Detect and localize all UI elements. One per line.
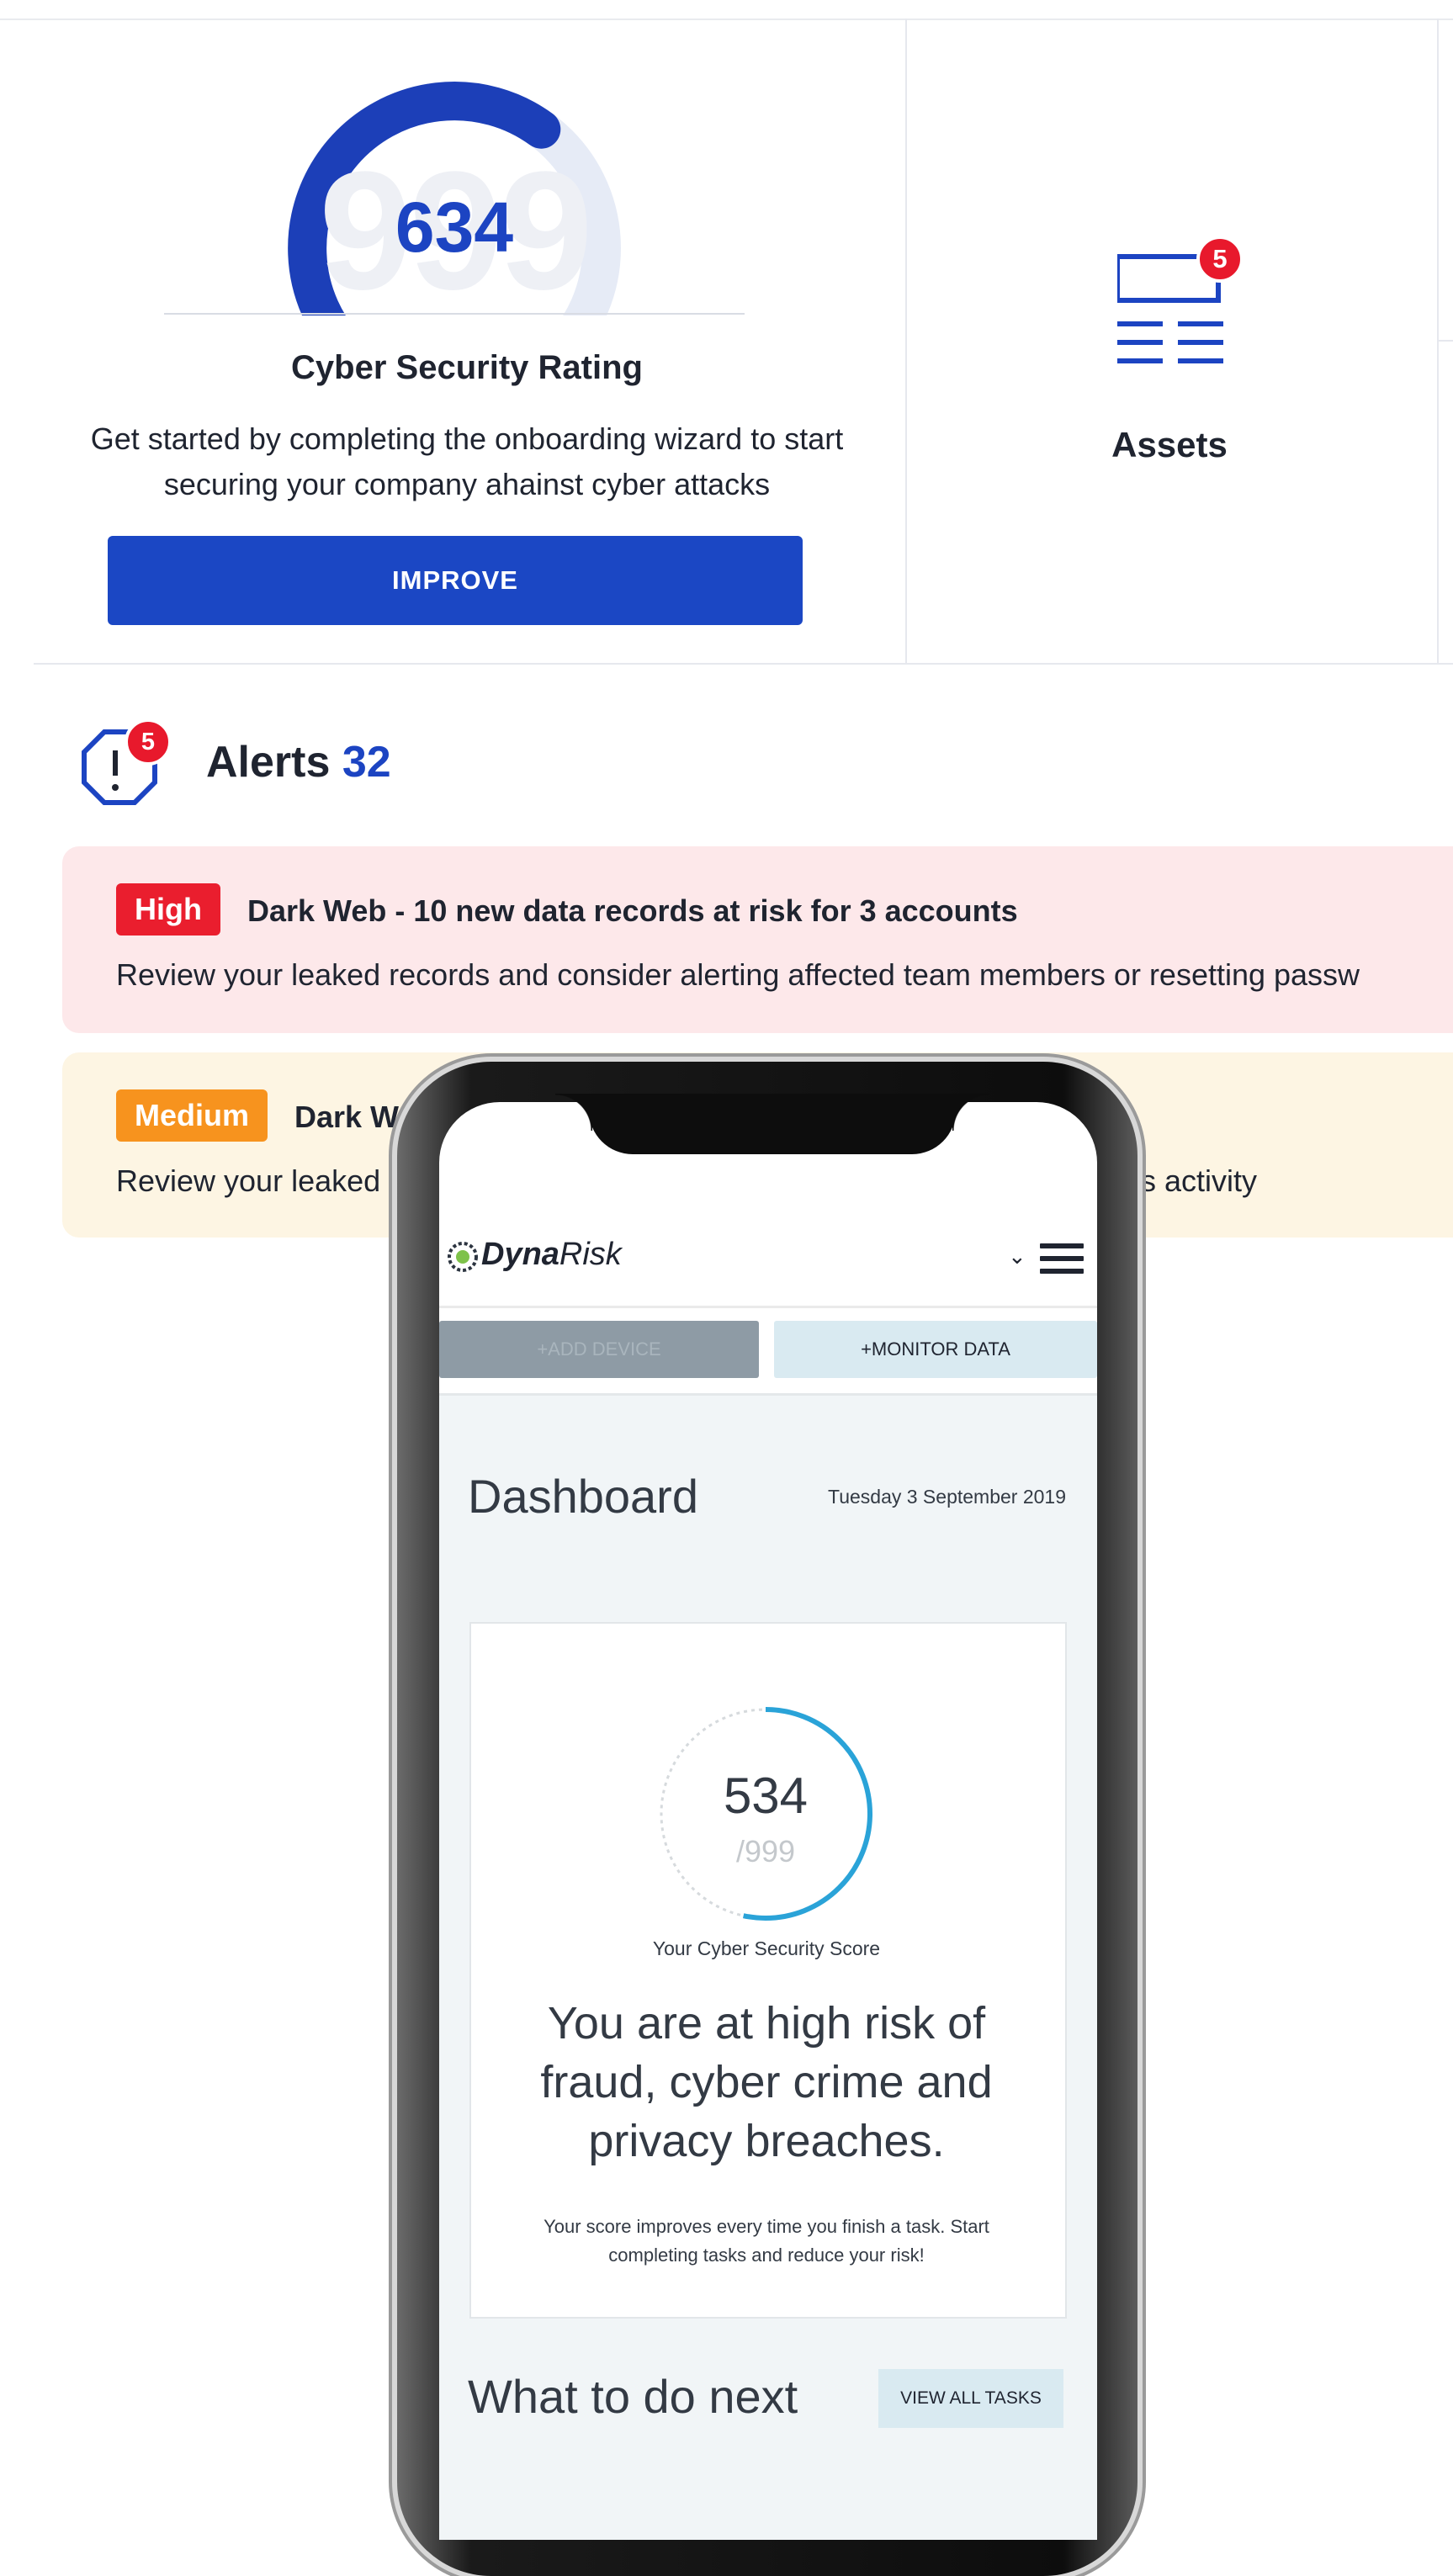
severity-badge: Medium: [116, 1089, 268, 1142]
gauge-baseline: [164, 313, 745, 315]
mobile-score: 534: [723, 1768, 809, 1824]
alert-description: Review your leaked: [116, 1163, 381, 1198]
severity-badge: High: [116, 883, 220, 936]
alerts-title: Alerts: [206, 738, 331, 787]
add-device-button[interactable]: +ADD DEVICE: [439, 1321, 759, 1378]
alert-item-high[interactable]: High Dark Web - 10 new data records at r…: [62, 846, 1453, 1033]
next-title: What to do next: [468, 2370, 798, 2423]
assets-label[interactable]: Assets: [1018, 425, 1321, 465]
alert-title: Dark Web - 10 new data records at risk f…: [247, 893, 1018, 928]
alert-description: Review your leaked records and consider …: [116, 957, 1360, 992]
section-divider: [34, 663, 1453, 665]
alerts-heading: Alerts 32: [206, 737, 391, 787]
risk-message: You are at high risk of fraud, cyber cri…: [540, 1998, 993, 2166]
mobile-score-max: /999: [735, 1834, 796, 1868]
phone-notch: [952, 1094, 989, 1131]
dashboard-date: Tuesday 3 September 2019: [828, 1486, 1066, 1508]
rating-title: Cyber Security Rating: [291, 349, 643, 386]
phone-notch: [555, 1094, 592, 1131]
assets-count-badge: 5: [1196, 236, 1244, 283]
rating-gauge: 999 634: [160, 46, 749, 315]
hamburger-menu-icon[interactable]: [1040, 1243, 1084, 1277]
rating-description: Get started by completing the onboarding…: [90, 421, 844, 501]
rating-score: 634: [395, 188, 514, 267]
alert-title: Dark W: [294, 1100, 400, 1134]
score-label: Your Cyber Security Score: [652, 1937, 881, 1959]
alert-description-tail: us activity: [1124, 1163, 1258, 1198]
card-divider: [1437, 19, 1439, 665]
phone-notch: [589, 1094, 956, 1154]
alerts-count-badge: 5: [125, 718, 172, 766]
improve-button[interactable]: IMPROVE: [108, 536, 803, 625]
chevron-down-icon[interactable]: ⌄: [1008, 1243, 1026, 1269]
dynarisk-logo[interactable]: DynaRisk: [481, 1237, 622, 1273]
dynarisk-logo-icon: [448, 1242, 478, 1272]
alerts-count: 32: [342, 738, 391, 787]
card-divider: [905, 19, 907, 665]
dashboard-title: Dashboard: [468, 1470, 698, 1523]
view-all-tasks-button[interactable]: VIEW ALL TASKS: [878, 2369, 1063, 2428]
top-divider: [0, 19, 1453, 20]
monitor-data-button[interactable]: +MONITOR DATA: [774, 1321, 1097, 1378]
card-divider: [1439, 340, 1453, 342]
score-tip: Your score improves every time you finis…: [544, 2216, 989, 2266]
